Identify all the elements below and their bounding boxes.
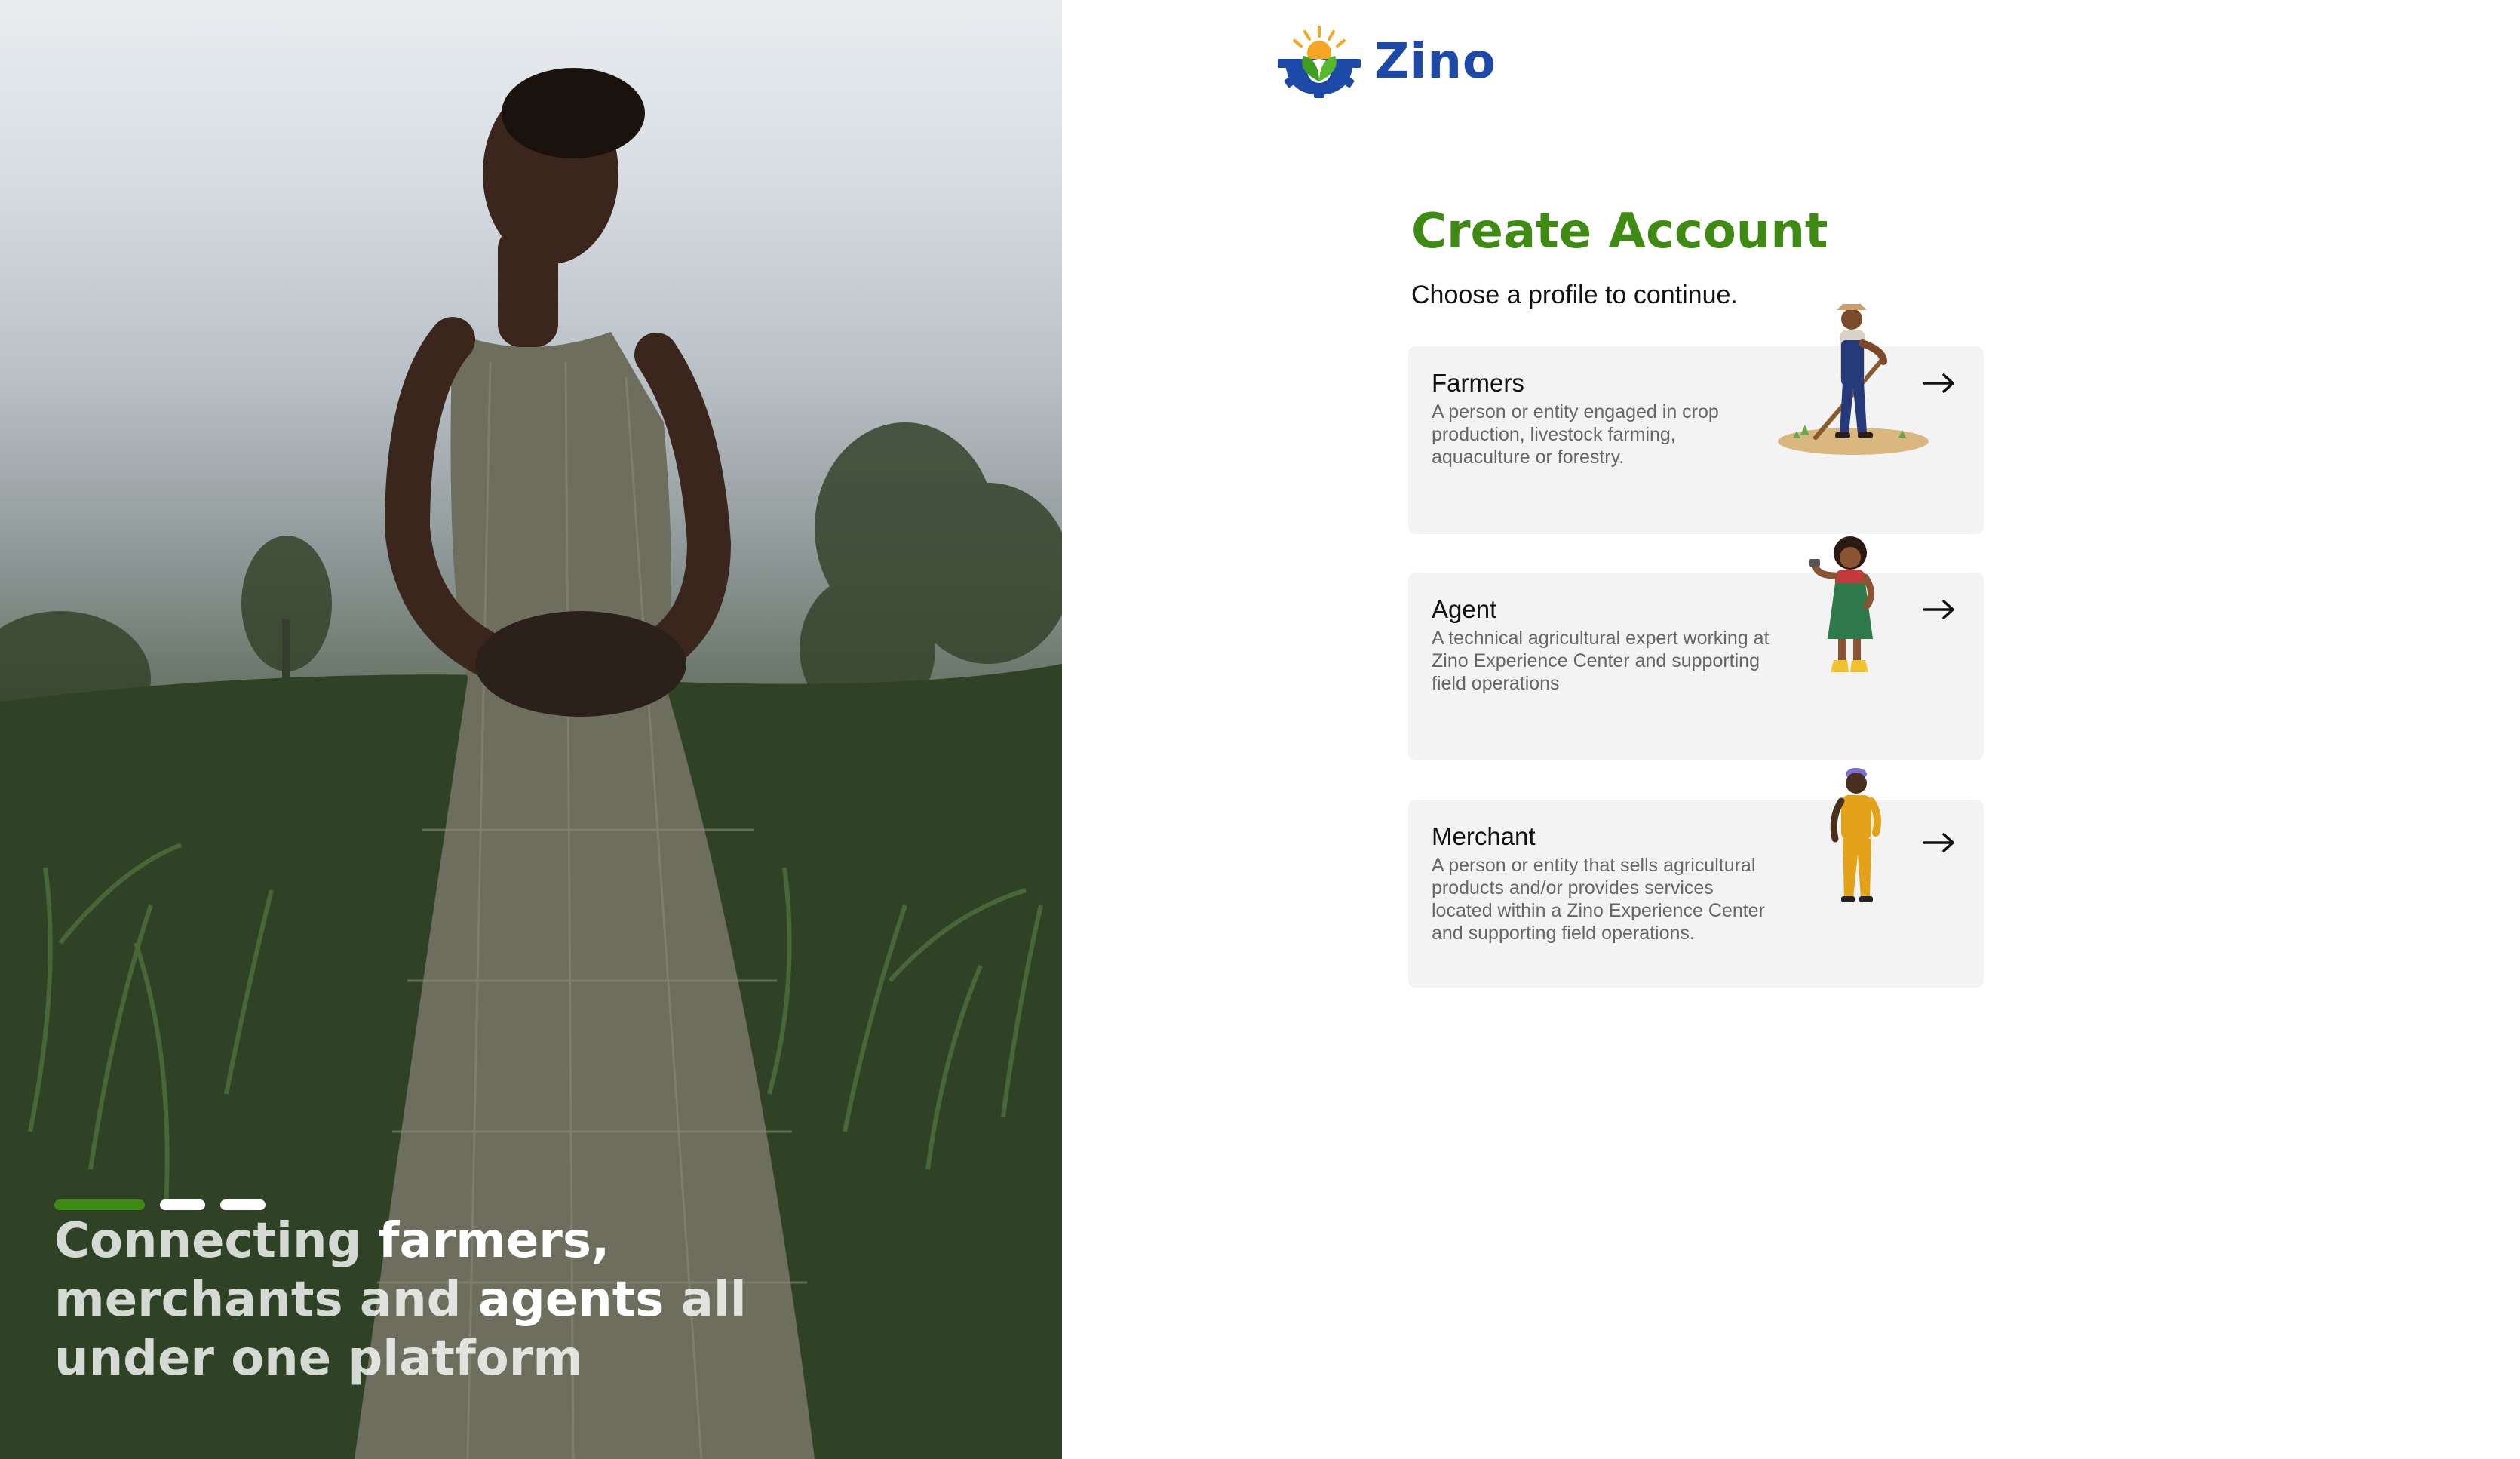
arrow-right-icon — [1923, 600, 1954, 619]
page-subtitle: Choose a profile to continue. — [1411, 281, 1738, 309]
hero-panel: Connecting farmers, merchants and agents … — [0, 0, 1062, 1459]
carousel-dot-3[interactable] — [220, 1199, 266, 1210]
hero-tagline: Connecting farmers, merchants and agents … — [54, 1212, 809, 1388]
tagline-highlight-farmers: farmers, — [378, 1213, 610, 1269]
carousel-dot-1[interactable] — [54, 1199, 145, 1210]
profile-card-title: Agent — [1432, 595, 1497, 623]
profile-card-description: A person or entity engaged in crop produ… — [1432, 401, 1719, 468]
carousel-pager — [54, 1199, 266, 1210]
carousel-dot-2[interactable] — [160, 1199, 205, 1210]
page-title: Create Account — [1411, 204, 1828, 260]
farmer-illustration-icon — [1778, 304, 1929, 455]
arrow-right-icon — [1923, 373, 1954, 393]
profile-card-description: A technical agricultural expert working … — [1432, 628, 1770, 694]
agent-illustration-icon — [1809, 536, 1874, 672]
profile-card-farmers[interactable]: Farmers A person or entity engaged in cr… — [1408, 304, 1984, 534]
profile-card-merchant[interactable]: Merchant A person or entity that sells a… — [1408, 768, 1984, 988]
brand-logo[interactable]: Zino — [1275, 26, 1496, 98]
profile-card-title: Farmers — [1432, 369, 1524, 397]
arrow-right-icon — [1923, 833, 1954, 852]
merchant-illustration-icon — [1830, 768, 1881, 902]
zino-logo-icon — [1278, 26, 1361, 98]
profile-card-description: A person or entity that sells agricultur… — [1432, 855, 1765, 944]
tagline-highlight-agents: agents — [477, 1272, 665, 1328]
tagline-part-2: merchants and — [54, 1272, 478, 1328]
brand-name: Zino — [1374, 34, 1496, 90]
profile-card-title: Merchant — [1432, 822, 1536, 850]
tagline-part-1: Connecting — [54, 1213, 379, 1269]
profile-card-agent[interactable]: Agent A technical agricultural expert wo… — [1408, 536, 1984, 760]
